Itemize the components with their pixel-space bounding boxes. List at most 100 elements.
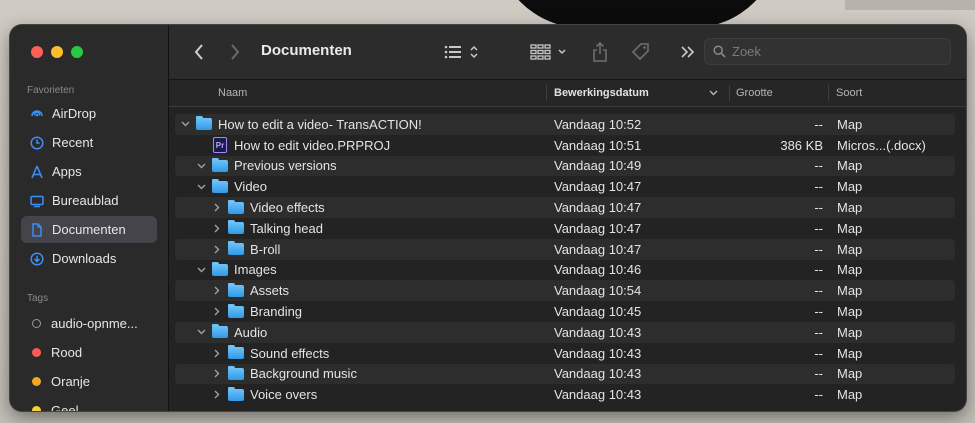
sidebar-tag-rood[interactable]: Rood [21,339,157,366]
disclosure-chevron-down-icon[interactable] [195,156,207,177]
file-row[interactable]: Video Vandaag 10:47 -- Map [175,176,955,197]
sidebar-item-label: Geel [51,403,79,411]
file-row[interactable]: Voice overs Vandaag 10:43 -- Map [175,384,955,405]
file-name: Background music [250,366,357,382]
file-size: -- [814,283,823,299]
finder-window: Favorieten AirDrop Recent Apps Bureaubla… [10,25,966,411]
premiere-file-icon: Pr [213,135,227,156]
sidebar-item-label: audio-opnme... [51,316,138,331]
file-date: Vandaag 10:46 [554,262,642,278]
download-icon [30,251,44,266]
file-kind: Map [837,262,863,278]
column-header-date[interactable]: Bewerkingsdatum [554,80,724,106]
disclosure-chevron-right-icon[interactable] [211,197,223,218]
file-size: -- [814,158,823,174]
file-name: Video [234,179,268,195]
sidebar-item-airdrop[interactable]: AirDrop [21,100,157,127]
file-row[interactable]: Audio Vandaag 10:43 -- Map [175,321,955,343]
share-button[interactable] [589,25,611,79]
sidebar-tag-audio[interactable]: audio-opnme... [21,310,157,337]
file-row[interactable]: Previous versions Vandaag 10:49 -- Map [175,155,955,177]
tags-header: Tags [27,293,49,304]
file-name: How to edit a video- TransACTION! [218,116,422,132]
file-name: Audio [234,324,268,340]
chevron-right-icon [231,44,240,60]
file-name: Voice overs [250,387,318,403]
file-size: -- [814,116,823,132]
disclosure-chevron-right-icon[interactable] [211,239,223,260]
search-field[interactable]: Zoek [704,38,951,65]
back-button[interactable] [189,25,209,79]
sidebar-item-apps[interactable]: Apps [21,158,157,185]
window-title: Documenten [261,42,352,59]
file-size: -- [814,220,823,236]
disclosure-chevron-down-icon[interactable] [195,260,207,281]
view-options-button[interactable] [441,25,485,79]
disclosure-chevron-down-icon[interactable] [195,322,207,343]
file-date: Vandaag 10:54 [554,283,642,299]
apps-icon [30,165,44,179]
column-header-name[interactable]: Naam [218,80,247,106]
column-separator [546,85,547,101]
minimize-window-button[interactable] [51,46,63,58]
forward-button[interactable] [225,25,245,79]
disclosure-chevron-right-icon[interactable] [211,364,223,385]
folder-icon [212,260,228,281]
file-name: Video effects [250,200,325,216]
tag-icon [631,43,649,61]
folder-icon [228,301,244,322]
file-row[interactable]: Images Vandaag 10:46 -- Map [175,260,955,281]
file-size: -- [814,200,823,216]
file-row[interactable]: Pr How to edit video.PRPROJ Vandaag 10:51 3… [175,135,955,156]
file-row[interactable]: Video effects Vandaag 10:47 -- Map [175,197,955,218]
group-button[interactable] [529,25,571,79]
zoom-window-button[interactable] [71,46,83,58]
disclosure-chevron-right-icon[interactable] [211,301,223,322]
sidebar-item-bureaublad[interactable]: Bureaublad [21,187,157,214]
search-placeholder: Zoek [732,44,761,59]
file-row[interactable]: Sound effects Vandaag 10:43 -- Map [175,343,955,364]
close-window-button[interactable] [31,46,43,58]
disclosure-chevron-right-icon[interactable] [211,384,223,405]
file-row[interactable]: Branding Vandaag 10:45 -- Map [175,301,955,322]
file-size: -- [814,262,823,278]
file-row[interactable]: Assets Vandaag 10:54 -- Map [175,280,955,302]
disclosure-chevron-right-icon[interactable] [211,218,223,239]
file-name: Images [234,262,277,278]
file-date: Vandaag 10:43 [554,366,642,382]
column-header-size[interactable]: Grootte [736,80,773,106]
file-name: Branding [250,304,303,320]
tag-dot-icon [32,377,41,386]
file-size: 386 KB [780,137,823,153]
file-row[interactable]: B-roll Vandaag 10:47 -- Map [175,238,955,260]
sidebar-item-downloads[interactable]: Downloads [21,245,157,272]
file-name: Previous versions [234,158,337,174]
airdrop-icon [30,107,44,121]
column-header-kind[interactable]: Soort [836,80,862,106]
disclosure-chevron-right-icon[interactable] [211,280,223,301]
tag-button[interactable] [629,25,653,79]
file-date: Vandaag 10:43 [554,324,642,340]
file-row[interactable]: Talking head Vandaag 10:47 -- Map [175,218,955,239]
sidebar-tag-oranje[interactable]: Oranje [21,368,157,395]
favorites-header: Favorieten [27,85,75,96]
sidebar-item-label: Downloads [52,251,117,266]
sidebar: Favorieten AirDrop Recent Apps Bureaubla… [10,25,169,411]
sidebar-tag-geel[interactable]: Geel [21,397,157,411]
sidebar-item-documenten[interactable]: Documenten [21,216,157,243]
file-kind: Map [837,116,863,132]
folder-icon [228,343,244,364]
file-name: B-roll [250,241,281,257]
file-kind: Map [837,304,863,320]
grid-group-icon [530,44,566,60]
file-row[interactable]: How to edit a video- TransACTION! Vandaag… [175,114,955,135]
disclosure-chevron-down-icon[interactable] [195,176,207,197]
sidebar-item-label: Recent [52,135,94,150]
double-chevron-right-icon [681,46,695,58]
sidebar-item-recent[interactable]: Recent [21,129,157,156]
more-toolbar-button[interactable] [677,25,699,79]
disclosure-chevron-down-icon[interactable] [179,114,191,135]
disclosure-chevron-right-icon[interactable] [211,343,223,364]
file-row[interactable]: Background music Vandaag 10:43 -- Map [175,363,955,385]
file-kind: Map [837,179,863,195]
